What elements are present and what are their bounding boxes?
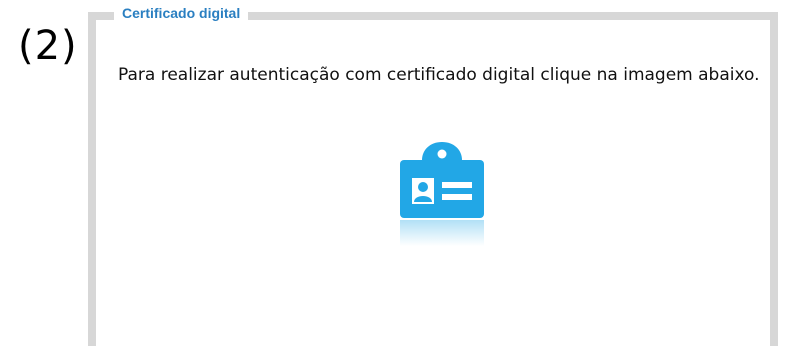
id-card-icon (400, 142, 484, 246)
step-number: (2) (18, 23, 78, 69)
certificate-login-button[interactable] (392, 134, 492, 254)
panel-legend: Certificado digital (114, 4, 249, 22)
instructions-text: Para realizar autenticação com certifica… (118, 65, 760, 85)
